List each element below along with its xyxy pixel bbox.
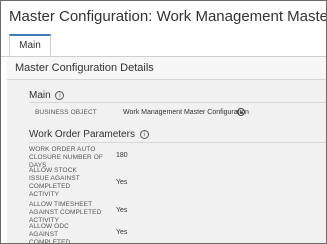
tab-main[interactable]: Main — [9, 34, 51, 56]
chevron-down-icon[interactable] — [237, 108, 245, 116]
business-object-label: BUSINESS OBJECT — [35, 109, 97, 116]
field-label: ALLOW STOCK ISSUE AGAINST COMPLETED ACTI… — [29, 167, 80, 198]
page-title: Master Configuration: Work Management Ma… — [9, 8, 326, 25]
field-label: ALLOW TIMESHEET AGAINST COMPLETED ACTIVI… — [29, 201, 102, 224]
section-divider — [29, 102, 326, 103]
work-order-section-label: Work Order Parameters — [29, 129, 135, 140]
panel-title: Master Configuration Details — [15, 62, 154, 74]
field-value: Yes — [116, 179, 128, 186]
main-section-label: Main — [29, 90, 51, 101]
main-section-title: Main i — [29, 90, 65, 101]
work-order-section-title: Work Order Parameters i — [29, 129, 149, 140]
info-icon[interactable]: i — [55, 91, 65, 100]
panel-header: Master Configuration Details — [7, 57, 326, 80]
section-divider — [29, 142, 326, 143]
field-value: Yes — [116, 207, 128, 214]
info-icon[interactable]: i — [139, 130, 149, 139]
business-object-value: Work Management Master Configuration — [123, 109, 249, 116]
tab-bar: Main — [1, 33, 326, 57]
field-value: Yes — [116, 229, 128, 236]
field-value: 180 — [116, 152, 128, 159]
field-label: ALLOW ODC AGAINST COMPLETED ACTIVITY — [29, 223, 71, 244]
app-window: Master Configuration: Work Management Ma… — [0, 0, 327, 244]
